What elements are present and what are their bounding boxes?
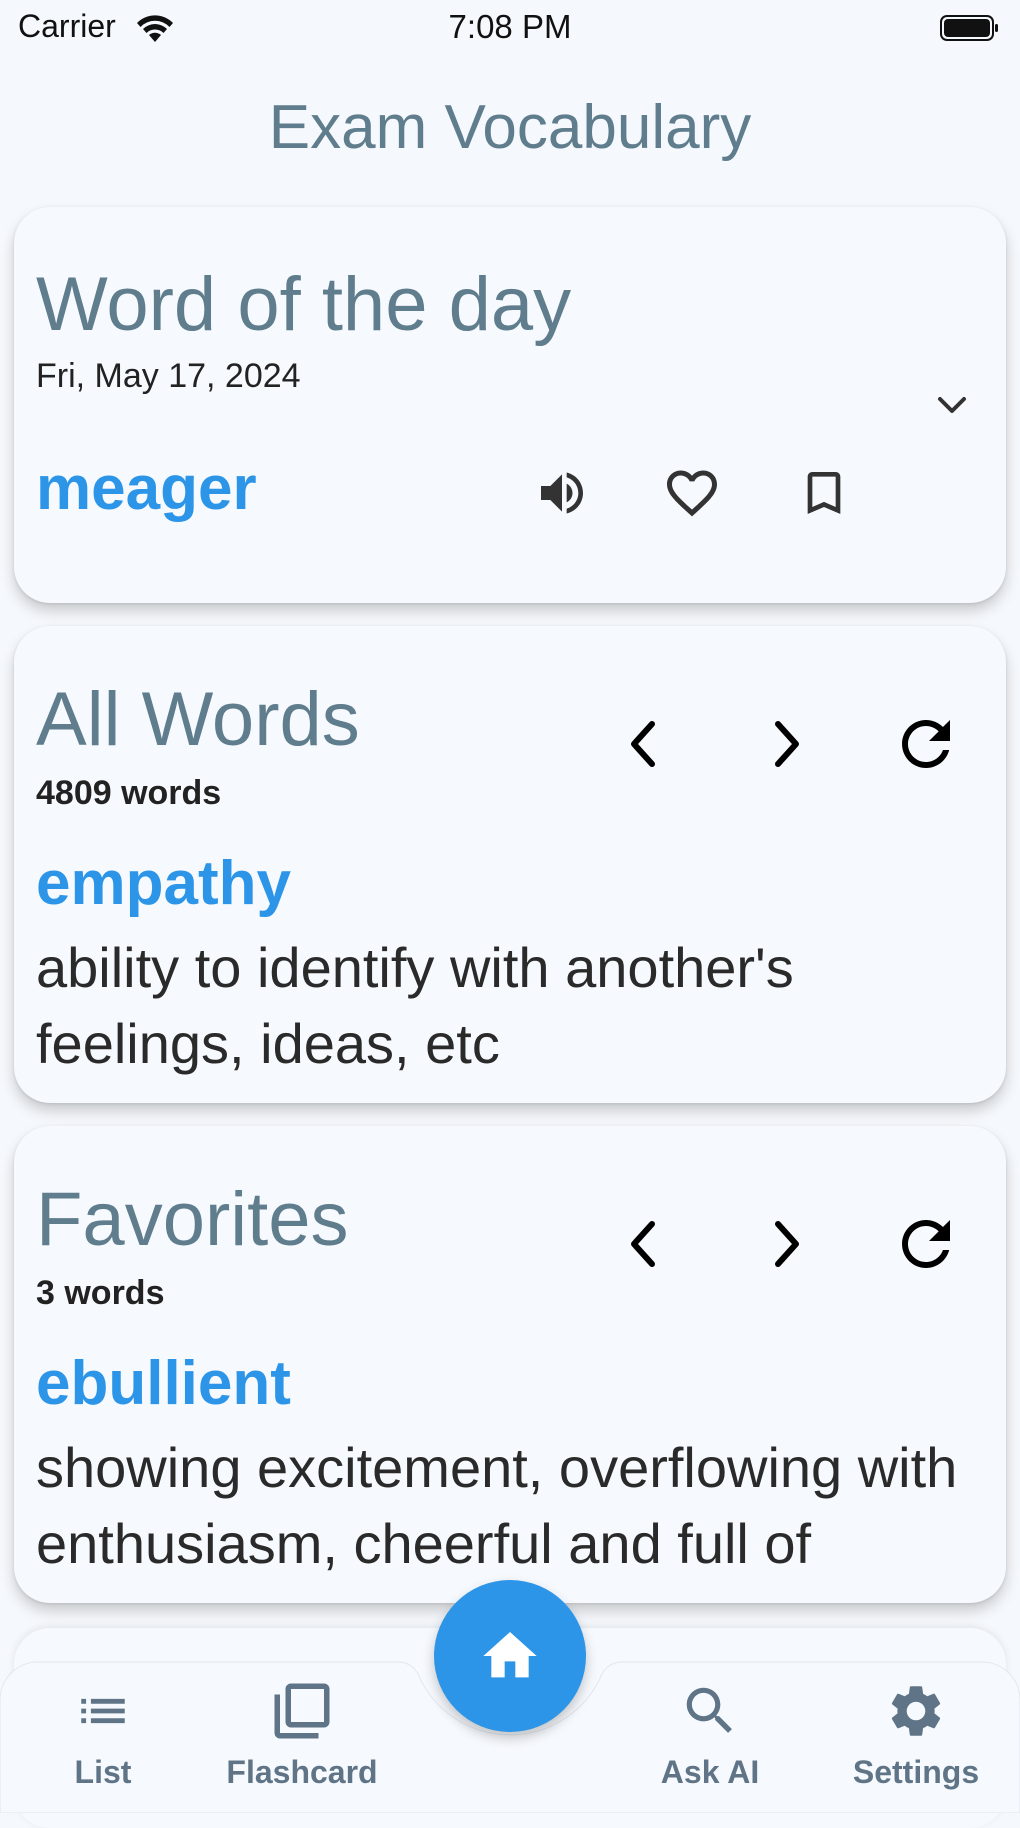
nav-item-settings[interactable]: Settings bbox=[816, 1676, 1016, 1796]
battery-icon bbox=[940, 15, 998, 41]
nav-label: List bbox=[74, 1754, 132, 1790]
refresh-icon[interactable] bbox=[888, 706, 964, 782]
word-count: 4809 words bbox=[36, 774, 222, 812]
heart-outline-icon[interactable] bbox=[654, 455, 730, 531]
home-button[interactable] bbox=[434, 1580, 586, 1732]
word-of-day-card[interactable]: Word of the day Fri, May 17, 2024 meager bbox=[14, 207, 1006, 603]
chevron-left-icon[interactable] bbox=[606, 1206, 682, 1282]
word-count: 3 words bbox=[36, 1274, 165, 1312]
gear-icon bbox=[885, 1676, 947, 1746]
word-text[interactable]: meager bbox=[36, 453, 257, 524]
favorites-card[interactable]: Favorites 3 words ebullient showing exci… bbox=[14, 1126, 1006, 1603]
home-icon bbox=[483, 1632, 537, 1678]
nav-label: Ask AI bbox=[660, 1754, 760, 1790]
nav-item-ask-ai[interactable]: Ask AI bbox=[610, 1676, 810, 1796]
refresh-icon[interactable] bbox=[888, 1206, 964, 1282]
nav-item-list[interactable]: List bbox=[3, 1676, 203, 1796]
clock: 7:08 PM bbox=[448, 8, 572, 45]
date-label: Fri, May 17, 2024 bbox=[36, 357, 301, 395]
word-text[interactable]: empathy bbox=[36, 848, 291, 919]
nav-label: Settings bbox=[852, 1754, 980, 1790]
chevron-right-icon[interactable] bbox=[748, 1206, 824, 1282]
nav-item-flashcard[interactable]: Flashcard bbox=[202, 1676, 402, 1796]
bookmark-outline-icon[interactable] bbox=[786, 455, 862, 531]
chevron-down-icon[interactable] bbox=[914, 367, 990, 443]
speaker-icon[interactable] bbox=[524, 455, 600, 531]
status-bar: Carrier 7:08 PM bbox=[0, 0, 1020, 60]
page-title: Exam Vocabulary bbox=[268, 93, 752, 162]
chevron-right-icon[interactable] bbox=[748, 706, 824, 782]
word-text[interactable]: ebullient bbox=[36, 1348, 291, 1419]
flashcard-icon bbox=[269, 1676, 335, 1746]
nav-label: Flashcard bbox=[226, 1754, 378, 1790]
search-icon bbox=[679, 1676, 741, 1746]
all-words-card[interactable]: All Words 4809 words empathy ability to … bbox=[14, 626, 1006, 1103]
card-title: Word of the day bbox=[36, 262, 572, 347]
card-title: Favorites bbox=[36, 1177, 349, 1262]
list-icon bbox=[74, 1676, 132, 1746]
card-title: All Words bbox=[36, 677, 360, 762]
word-definition: showing excitement, overflowing with ent… bbox=[36, 1436, 958, 1603]
chevron-left-icon[interactable] bbox=[606, 706, 682, 782]
word-definition: ability to identify with another's feeli… bbox=[36, 936, 794, 1075]
